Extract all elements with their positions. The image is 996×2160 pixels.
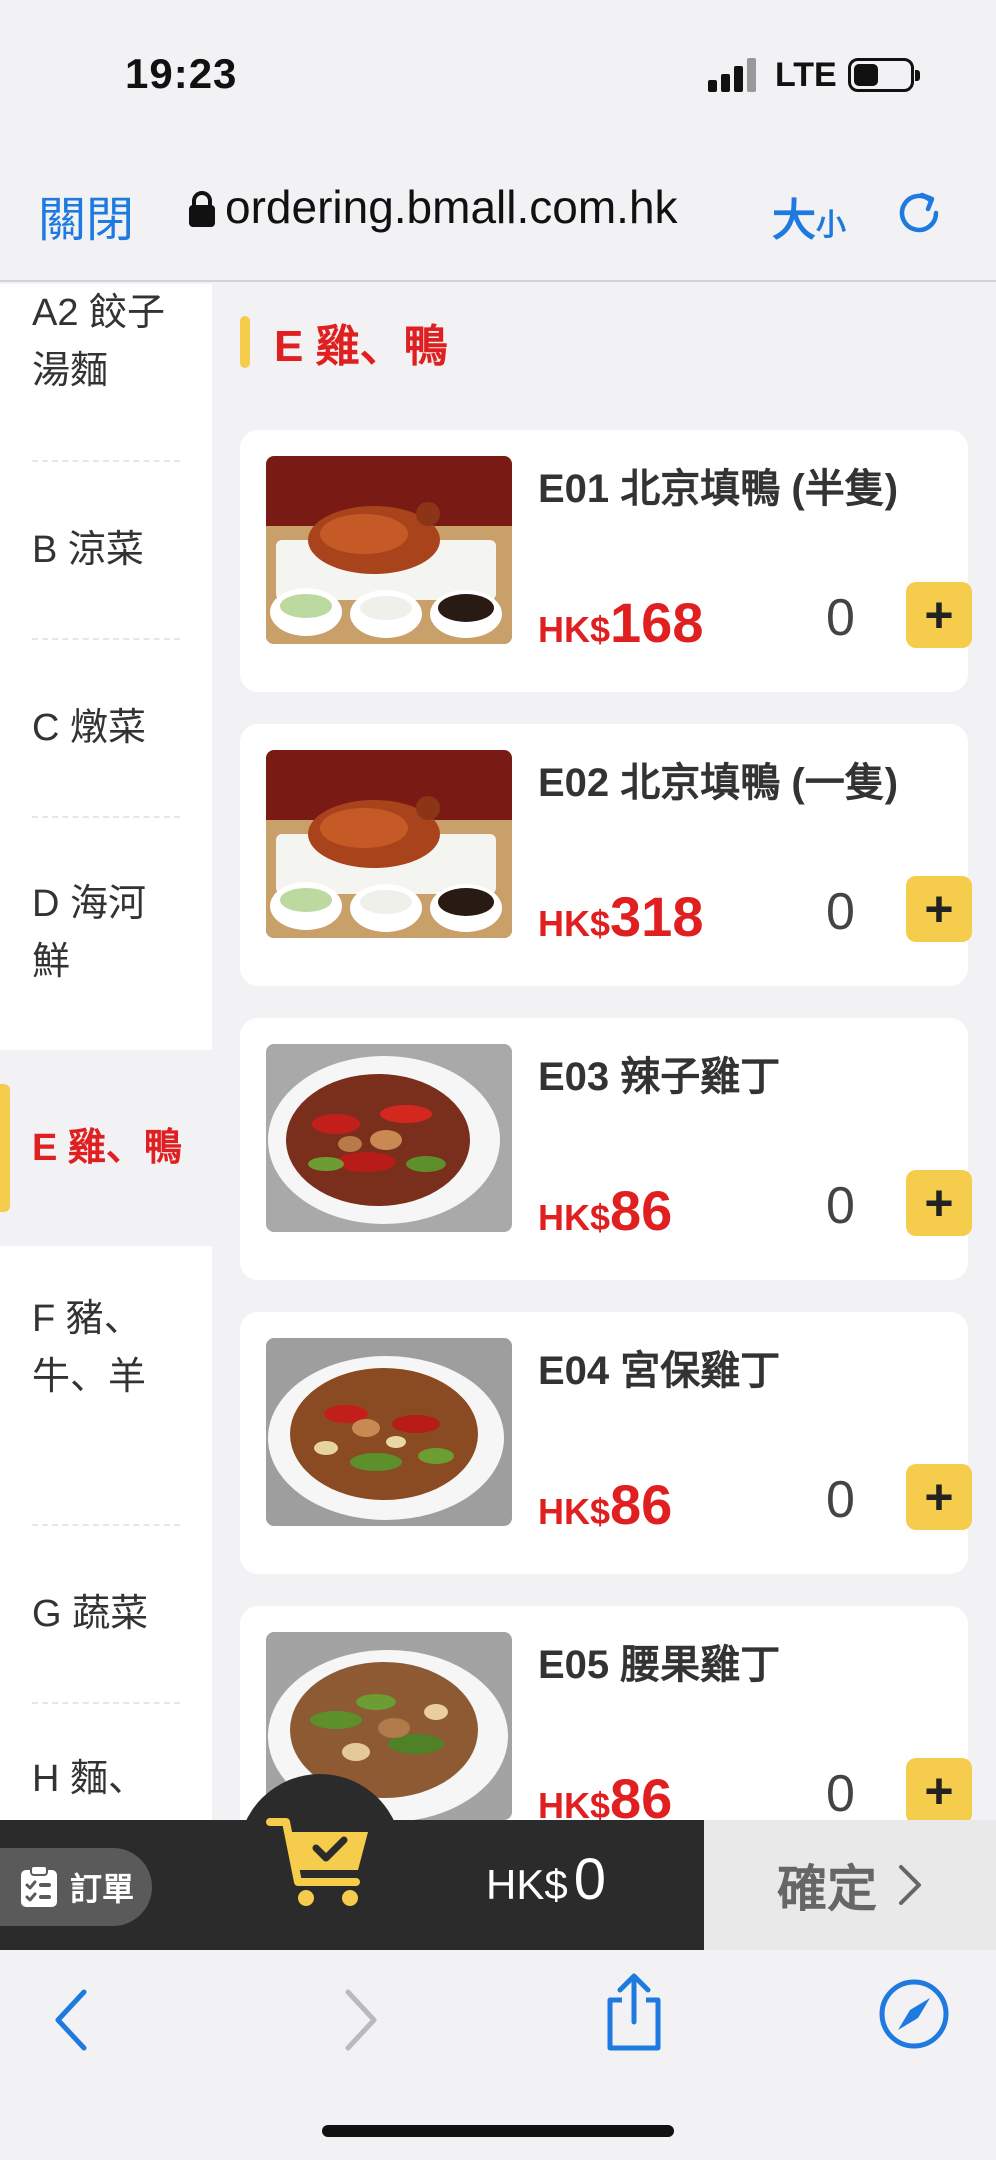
order-label: 訂單 [70, 1871, 135, 1907]
dish-price: HK$86 [538, 1766, 672, 1820]
dish-card[interactable]: E03 辣子雞丁 HK$86 0 + [240, 1018, 972, 1280]
category-label: F 豬、牛、羊 [32, 1298, 147, 1398]
price-amount: 168 [610, 591, 704, 654]
shopping-cart-icon [266, 1818, 368, 1906]
chili-chicken-image [266, 1044, 512, 1232]
category-label: B 涼菜 [32, 529, 144, 571]
add-button[interactable]: + [906, 876, 972, 942]
kung-pao-chicken-image [266, 1338, 512, 1526]
dish-name: E02 北京填鴨 (一隻) [538, 761, 899, 805]
category-a2[interactable]: A2 餃子湯麵 [0, 284, 212, 460]
section-header: E 雞、鴨 [240, 314, 448, 371]
dish-name: E01 北京填鴨 (半隻) [538, 467, 899, 511]
price-currency: HK$ [538, 903, 611, 944]
clipboard-icon [21, 1865, 57, 1907]
dish-price: HK$168 [538, 590, 703, 655]
category-h[interactable]: H 麵、 [0, 1704, 212, 1820]
add-button[interactable]: + [906, 1464, 972, 1530]
category-label: D 海河鮮 [32, 883, 147, 983]
dish-card[interactable]: E01 北京填鴨 (半隻) HK$168 0 + [240, 430, 972, 692]
add-button[interactable]: + [906, 1758, 972, 1820]
dish-card[interactable]: E02 北京填鴨 (一隻) HK$318 0 + [240, 724, 972, 986]
dish-name: E05 腰果雞丁 [538, 1643, 781, 1687]
price-currency: HK$ [538, 1491, 611, 1532]
total-currency: HK$ [486, 1861, 568, 1908]
share-icon[interactable] [602, 1972, 666, 2052]
cart-bar: 訂單 HK$ 0 確定 [0, 1820, 996, 1950]
network-type: LTE [775, 56, 837, 94]
battery-level [854, 64, 878, 86]
dish-quantity: 0 [826, 883, 855, 941]
text-size-big: 大 [772, 196, 816, 245]
dish-quantity: 0 [826, 1471, 855, 1529]
category-e[interactable]: E 雞、鴨 [0, 1050, 212, 1246]
category-g[interactable]: G 蔬菜 [0, 1526, 212, 1702]
cart-total: HK$ 0 [486, 1846, 606, 1913]
dish-quantity: 0 [826, 589, 855, 647]
price-currency: HK$ [538, 1197, 611, 1238]
add-button[interactable]: + [906, 1170, 972, 1236]
price-currency: HK$ [538, 1785, 611, 1820]
category-label: G 蔬菜 [32, 1593, 149, 1635]
lock-icon [189, 191, 215, 227]
dish-quantity: 0 [826, 1177, 855, 1235]
dish-list: E 雞、鴨 E01 北京填鴨 (半隻) HK$168 0 + E02 北京填鴨 … [212, 284, 996, 1820]
category-label: A2 餃子湯麵 [32, 292, 166, 392]
order-button[interactable]: 訂單 [0, 1848, 152, 1926]
signal-icon [708, 58, 760, 92]
section-title: E 雞、鴨 [274, 322, 448, 371]
text-size-small: 小 [816, 209, 846, 242]
dish-name: E03 辣子雞丁 [538, 1055, 781, 1099]
category-label: H 麵、 [32, 1758, 147, 1800]
text-size-button[interactable]: 大小 [772, 184, 846, 248]
reload-icon[interactable] [892, 186, 946, 240]
cart-button[interactable] [238, 1774, 402, 1938]
roast-duck-image [266, 750, 512, 938]
category-label: C 燉菜 [32, 707, 147, 749]
back-icon[interactable] [52, 1988, 92, 2052]
category-sidebar: A2 餃子湯麵 B 涼菜 C 燉菜 D 海河鮮 E 雞、鴨 F 豬、牛、羊 G … [0, 284, 212, 1820]
dish-card[interactable]: E04 宮保雞丁 HK$86 0 + [240, 1312, 972, 1574]
price-amount: 86 [610, 1179, 673, 1242]
confirm-label: 確定 [777, 1861, 877, 1917]
total-amount: 0 [573, 1847, 606, 1912]
confirm-button[interactable]: 確定 [704, 1820, 996, 1950]
price-amount: 86 [610, 1473, 673, 1536]
roast-duck-image [266, 456, 512, 644]
status-time: 19:23 [125, 50, 238, 97]
forward-icon[interactable] [340, 1988, 380, 2052]
browser-address-bar: 關閉 ordering.bmall.com.hk 大小 [0, 150, 996, 282]
dish-price: HK$86 [538, 1178, 672, 1243]
add-button[interactable]: + [906, 582, 972, 648]
chevron-right-icon [899, 1865, 921, 1905]
dish-name: E04 宮保雞丁 [538, 1349, 781, 1393]
price-amount: 86 [610, 1767, 673, 1820]
price-amount: 318 [610, 885, 704, 948]
battery-icon [848, 58, 920, 92]
close-button[interactable]: 關閉 [38, 180, 134, 250]
section-accent-bar [240, 316, 250, 368]
price-currency: HK$ [538, 609, 611, 650]
dish-price: HK$86 [538, 1472, 672, 1537]
category-c[interactable]: C 燉菜 [0, 640, 212, 816]
category-b[interactable]: B 涼菜 [0, 462, 212, 638]
dish-quantity: 0 [826, 1765, 855, 1820]
category-label: E 雞、鴨 [32, 1127, 182, 1169]
compass-icon[interactable] [878, 1978, 950, 2050]
category-f[interactable]: F 豬、牛、羊 [0, 1248, 212, 1448]
url-field[interactable]: ordering.bmall.com.hk [225, 180, 745, 234]
dish-price: HK$318 [538, 884, 703, 949]
home-indicator [322, 2125, 674, 2137]
category-d[interactable]: D 海河鮮 [0, 818, 212, 1048]
status-bar: 19:23 LTE [0, 0, 996, 150]
